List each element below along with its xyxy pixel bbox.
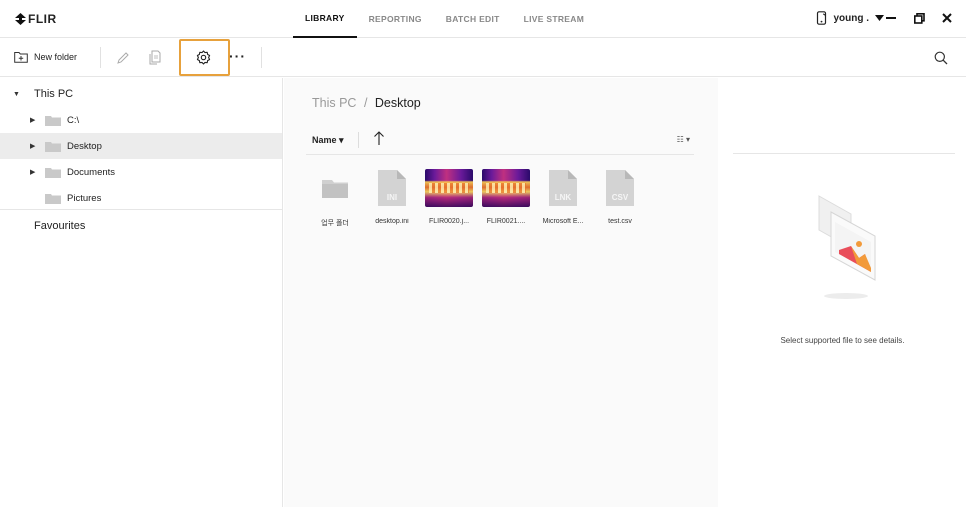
top-bar: FLIR LIBRARY REPORTING BATCH EDIT LIVE S… [0, 0, 966, 38]
file-item-thermal-image[interactable]: FLIR0021.... [481, 168, 531, 228]
thermal-thumbnail [425, 169, 473, 207]
minimize-icon [886, 17, 896, 19]
tab-library[interactable]: LIBRARY [293, 0, 357, 38]
search-button[interactable] [934, 51, 948, 68]
caret-right-icon[interactable]: ▶ [30, 142, 35, 150]
settings-button[interactable] [196, 50, 211, 65]
copy-button[interactable] [148, 50, 162, 65]
tab-live-stream[interactable]: LIVE STREAM [512, 0, 596, 38]
breadcrumb-separator: / [363, 96, 368, 110]
window-controls [884, 9, 954, 27]
tree-item-documents[interactable]: ▶ Documents [0, 159, 282, 185]
file-badge: LNK [555, 193, 572, 202]
image-placeholder-icon [818, 195, 876, 299]
main-tabs: LIBRARY REPORTING BATCH EDIT LIVE STREAM [293, 0, 596, 38]
breadcrumb: This PC / Desktop [312, 96, 421, 110]
new-folder-icon [14, 52, 28, 63]
file-item-ini[interactable]: INI desktop.ini [367, 168, 417, 228]
tree-item-favourites[interactable]: Favourites [0, 213, 282, 239]
toolbar-divider [261, 47, 262, 68]
file-browser-pane: This PC / Desktop Name ▾ ☷ ▾ 업무 폴더 INI d… [284, 78, 718, 507]
document-icon: INI [378, 170, 406, 206]
copy-icon [149, 50, 161, 65]
folder-icon [322, 180, 348, 198]
sort-bar: Name ▾ ☷ ▾ [306, 129, 694, 155]
tree-item-label: Pictures [67, 192, 102, 204]
file-item-folder[interactable]: 업무 폴더 [310, 168, 360, 228]
document-icon: LNK [549, 170, 577, 206]
folder-icon [45, 193, 61, 204]
minimize-button[interactable] [884, 9, 898, 27]
flir-logo: FLIR [15, 12, 57, 26]
toolbar: New folder ··· [0, 38, 966, 77]
more-button[interactable]: ··· [229, 48, 246, 64]
restore-button[interactable] [912, 9, 926, 27]
flir-logo-icon [15, 13, 26, 25]
document-icon: CSV [606, 170, 634, 206]
file-grid: 업무 폴더 INI desktop.ini FLIR0020.j... FLIR… [310, 168, 645, 228]
sort-by-name-dropdown[interactable]: Name ▾ [312, 135, 344, 146]
folder-icon [45, 115, 61, 126]
restore-icon [913, 12, 925, 24]
toolbar-divider [100, 47, 101, 68]
tree-item-label: Documents [67, 166, 116, 178]
thermal-thumbnail [482, 169, 530, 207]
tree-item-label: C:\ [67, 114, 80, 126]
phone-icon [817, 11, 827, 25]
tab-batch-edit[interactable]: BATCH EDIT [434, 0, 512, 38]
details-empty-message: Select supported file to see details. [780, 336, 905, 345]
search-icon [934, 51, 948, 65]
gear-icon [196, 50, 211, 65]
caret-right-icon[interactable]: ▶ [30, 168, 35, 176]
close-button[interactable] [940, 9, 954, 27]
view-mode-dropdown[interactable]: ☷ ▾ [677, 135, 690, 144]
folder-tree-pane: ▼ This PC ▶ C:\ ▶ Desktop ▶ Documents Pi… [0, 78, 283, 507]
file-name: Microsoft E... [542, 218, 584, 225]
chevron-down-icon [875, 15, 884, 21]
file-badge: INI [387, 193, 397, 202]
folder-icon [45, 141, 61, 152]
tree-item-pictures[interactable]: Pictures [0, 185, 282, 211]
file-name: test.csv [608, 218, 632, 225]
user-name: young . [833, 12, 869, 24]
file-name: FLIR0021.... [486, 218, 526, 225]
new-folder-label: New folder [34, 52, 78, 62]
file-badge: CSV [612, 193, 629, 202]
caret-down-icon[interactable]: ▼ [13, 91, 20, 98]
file-item-lnk[interactable]: LNK Microsoft E... [538, 168, 588, 228]
logo-text: FLIR [28, 12, 57, 26]
breadcrumb-root[interactable]: This PC [312, 96, 356, 110]
file-name: desktop.ini [375, 218, 409, 225]
user-menu[interactable]: young . [816, 11, 884, 25]
pencil-icon [117, 52, 129, 64]
new-folder-button[interactable]: New folder [14, 51, 77, 63]
tree-item-label: Desktop [67, 140, 102, 152]
tree-item-desktop[interactable]: ▶ Desktop [0, 133, 282, 159]
tree-item-c-drive[interactable]: ▶ C:\ [0, 107, 282, 133]
sort-ascending-icon[interactable] [373, 130, 385, 146]
tree-root-label: This PC [34, 88, 74, 100]
file-item-csv[interactable]: CSV test.csv [595, 168, 645, 228]
details-divider [733, 153, 955, 154]
folder-icon [45, 167, 61, 178]
tree-item-this-pc[interactable]: ▼ This PC [0, 81, 282, 107]
breadcrumb-current: Desktop [374, 96, 421, 110]
close-icon [942, 13, 952, 23]
rename-button[interactable] [116, 51, 130, 65]
file-name: FLIR0020.j... [428, 218, 470, 225]
tab-reporting[interactable]: REPORTING [357, 0, 434, 38]
caret-right-icon[interactable]: ▶ [30, 116, 35, 124]
file-name: 업무 폴더 [321, 220, 349, 227]
file-item-thermal-image[interactable]: FLIR0020.j... [424, 168, 474, 228]
details-pane: Select supported file to see details. [719, 78, 966, 507]
tree-divider [0, 209, 282, 210]
favourites-label: Favourites [34, 220, 86, 232]
sort-divider [358, 132, 359, 148]
